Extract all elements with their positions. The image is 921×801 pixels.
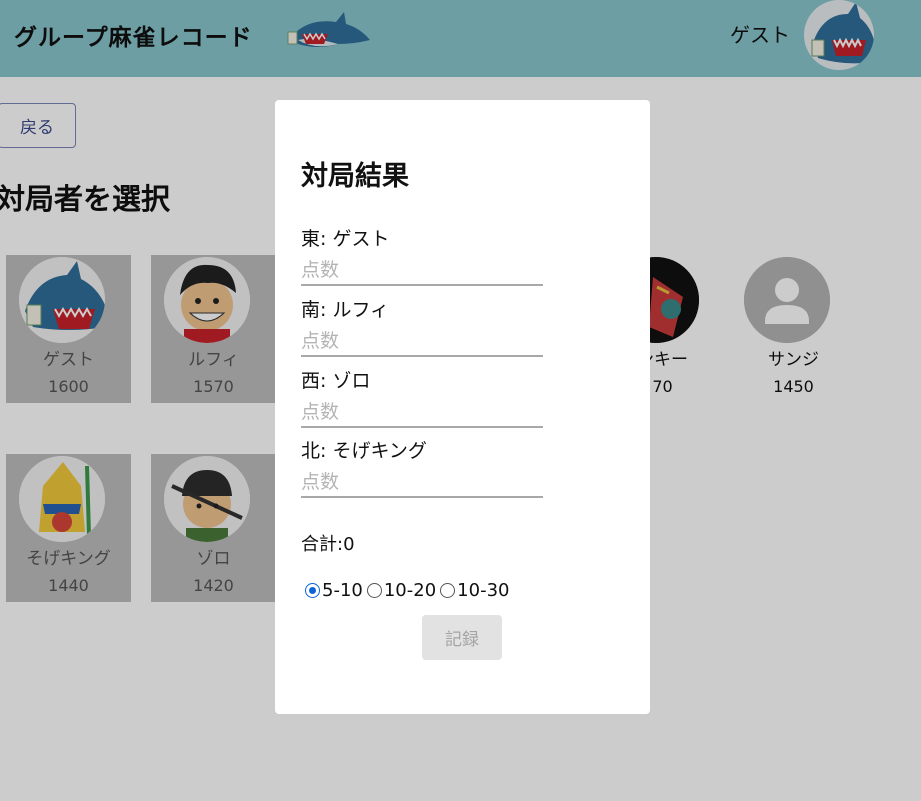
- seat-north: 北: そげキング: [301, 436, 543, 506]
- game-result-dialog: 対局結果 東: ゲスト 南: ルフィ 西: ゾロ 北: そげキング 合計:0 5…: [275, 100, 650, 714]
- dialog-title: 対局結果: [301, 161, 409, 192]
- rate-radio-10-30[interactable]: [440, 583, 456, 598]
- score-input-west[interactable]: [301, 397, 543, 428]
- total-score: 合計:0: [301, 534, 355, 555]
- rate-radio-10-20[interactable]: [366, 583, 382, 598]
- score-input-north[interactable]: [301, 467, 543, 498]
- seat-east: 東: ゲスト: [301, 224, 543, 294]
- seat-label: 北: そげキング: [301, 440, 427, 462]
- seat-south: 南: ルフィ: [301, 295, 543, 365]
- rate-label: 10-20: [383, 580, 437, 601]
- rate-label: 5-10: [322, 580, 363, 601]
- seat-label: 西: ゾロ: [301, 370, 371, 392]
- rate-label: 10-30: [457, 580, 510, 601]
- record-button[interactable]: 記録: [422, 615, 502, 660]
- seat-label: 東: ゲスト: [301, 228, 390, 250]
- seat-west: 西: ゾロ: [301, 366, 543, 436]
- seat-label: 南: ルフィ: [301, 299, 390, 321]
- rate-radio-group: 5-10 10-20 10-30: [305, 580, 513, 601]
- rate-radio-5-10[interactable]: [305, 583, 320, 598]
- score-input-east[interactable]: [301, 255, 543, 286]
- score-input-south[interactable]: [301, 326, 543, 357]
